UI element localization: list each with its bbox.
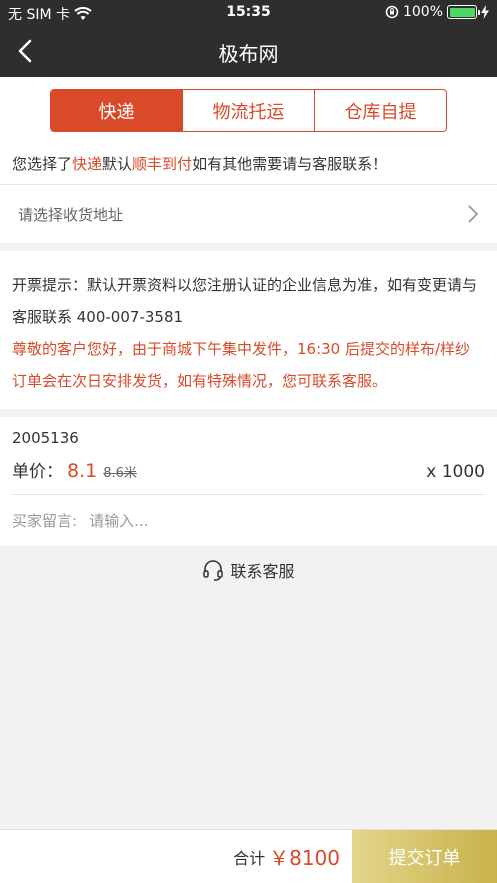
- delivery-tab-group: 快递 物流托运 仓库自提: [50, 89, 447, 132]
- address-placeholder: 请选择收货地址: [18, 205, 124, 224]
- checkout-bar: 合计 ￥8100 提交订单: [0, 829, 497, 883]
- total-label: 合计: [233, 848, 266, 868]
- shipping-warning: 尊敬的客户您好，由于商城下午集中发件，16:30 后提交的样布/样纱订单会在次日…: [12, 340, 471, 390]
- battery-percent: 100%: [402, 4, 443, 20]
- notice-method: 快递: [72, 155, 103, 173]
- headset-icon: [203, 560, 224, 581]
- message-input[interactable]: [89, 511, 450, 530]
- status-right: 100%: [385, 4, 489, 20]
- page-title: 极布网: [218, 42, 279, 66]
- contact-service-label: 联系客服: [230, 562, 295, 581]
- unit-price: 8.1: [67, 460, 98, 482]
- contact-service-button[interactable]: 联系客服: [0, 546, 497, 594]
- tab-logistics[interactable]: 物流托运: [183, 90, 315, 131]
- original-price: 8.6米: [103, 466, 137, 481]
- battery-icon: [447, 5, 480, 19]
- tab-warehouse-pickup[interactable]: 仓库自提: [315, 90, 446, 131]
- price-group: 单价： 8.1 8.6米: [12, 457, 137, 482]
- notice-middle: 默认: [102, 155, 133, 173]
- invoice-tip: 开票提示：默认开票资料以您注册认证的企业信息为准，如有变更请与客服联系 400-…: [12, 276, 478, 326]
- nav-bar: 极布网: [0, 26, 497, 77]
- divider: [0, 409, 497, 417]
- chevron-right-icon: [468, 205, 479, 223]
- battery-fill: [449, 7, 475, 17]
- notice-carrier: 顺丰到付: [132, 155, 193, 173]
- notice-suffix: 如有其他需要请与客服联系！: [192, 155, 388, 173]
- total-area: 合计 ￥8100: [0, 830, 352, 883]
- tab-express[interactable]: 快递: [51, 90, 183, 131]
- delivery-notice: 您选择了 快递 默认 顺丰到付 如有其他需要请与客服联系！: [0, 143, 497, 185]
- total-amount: ￥8100: [269, 846, 340, 870]
- price-row: 单价： 8.1 8.6米 x 1000: [12, 451, 485, 495]
- delivery-tabs: 快递 物流托运 仓库自提: [0, 77, 497, 143]
- divider: [0, 243, 497, 251]
- product-item: 2005136 单价： 8.1 8.6米 x 1000: [0, 417, 497, 495]
- message-label: 买家留言:: [12, 512, 78, 530]
- buyer-message-row: 买家留言:: [0, 495, 497, 546]
- address-selector[interactable]: 请选择收货地址: [0, 185, 497, 243]
- product-id: 2005136: [12, 429, 79, 447]
- invoice-info: 开票提示：默认开票资料以您注册认证的企业信息为准，如有变更请与客服联系 400-…: [0, 251, 497, 409]
- status-bar: 无 SIM 卡 15:35 100%: [0, 0, 497, 26]
- charging-icon: [481, 5, 489, 19]
- notice-prefix: 您选择了: [12, 155, 73, 173]
- orientation-lock-icon: [385, 5, 399, 19]
- main-content: 快递 物流托运 仓库自提 您选择了 快递 默认 顺丰到付 如有其他需要请与客服联系！ 请…: [0, 77, 497, 594]
- price-label: 单价：: [12, 462, 63, 482]
- submit-order-button[interactable]: 提交订单: [352, 830, 497, 883]
- quantity: x 1000: [426, 462, 485, 482]
